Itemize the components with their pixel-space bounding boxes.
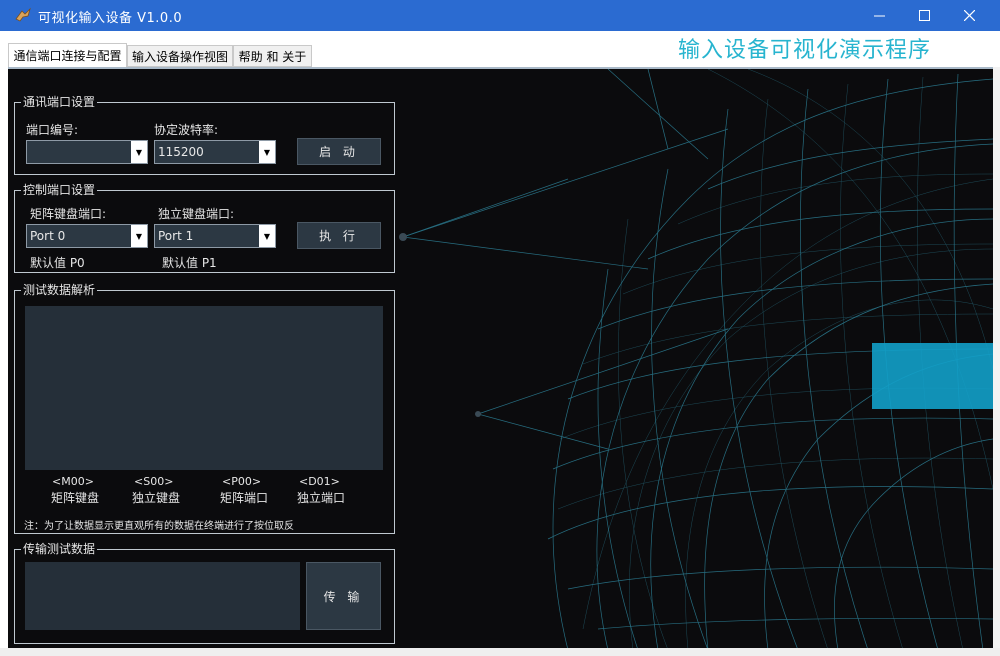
transmit-data-input[interactable]: [25, 562, 300, 630]
chevron-down-icon: ▼: [259, 141, 275, 163]
independent-port-value: Port 1: [158, 229, 194, 243]
background-window-edge: [993, 67, 1000, 656]
matrix-port-label: 矩阵键盘端口:: [30, 207, 107, 221]
port-number-select[interactable]: ▼: [26, 140, 148, 164]
legend-name-matrix: 矩阵键盘: [51, 491, 100, 505]
baud-rate-value: 115200: [158, 145, 204, 159]
background-window-bottom: [0, 648, 1000, 656]
chevron-down-icon: ▼: [259, 225, 275, 247]
maximize-icon: [918, 10, 930, 21]
chevron-down-icon: ▼: [131, 141, 147, 163]
independent-port-select[interactable]: Port 1 ▼: [154, 224, 276, 248]
bit-inversion-note: 注：为了让数据显示更直观所有的数据在终端进行了按位取反: [24, 521, 294, 532]
start-button[interactable]: 启 动: [297, 138, 381, 165]
legend-code-matrix-port: <P00>: [222, 475, 262, 488]
app-icon: [15, 7, 31, 22]
execute-button[interactable]: 执 行: [297, 222, 381, 249]
tab-device-view[interactable]: 输入设备操作视图: [127, 45, 233, 67]
transmit-data-group-title: 传输测试数据: [21, 541, 98, 557]
matrix-default-text: 默认值 P0: [30, 256, 85, 270]
legend-code-independent: <S00>: [134, 475, 174, 488]
tab-port-config[interactable]: 通信端口连接与配置: [8, 43, 127, 68]
legend-name-independent: 独立键盘: [132, 491, 181, 505]
close-button[interactable]: [946, 0, 992, 31]
baud-rate-select[interactable]: 115200 ▼: [154, 140, 276, 164]
baud-rate-label: 协定波特率:: [154, 123, 219, 137]
legend-name-matrix-port: 矩阵端口: [220, 491, 269, 505]
tab-help-about[interactable]: 帮助 和 关于: [233, 45, 312, 67]
highlight-panel: [872, 343, 993, 409]
maximize-button[interactable]: [901, 0, 947, 31]
legend-name-independent-port: 独立端口: [297, 491, 346, 505]
independent-port-label: 独立键盘端口:: [158, 207, 235, 221]
test-data-display: [25, 306, 383, 470]
test-data-group-title: 测试数据解析: [21, 282, 98, 298]
control-port-group-title: 控制端口设置: [21, 182, 98, 198]
close-icon: [963, 10, 975, 21]
legend-code-matrix: <M00>: [52, 475, 94, 488]
legend-code-independent-port: <D01>: [299, 475, 340, 488]
matrix-port-select[interactable]: Port 0 ▼: [26, 224, 148, 248]
matrix-port-value: Port 0: [30, 229, 66, 243]
minimize-icon: [873, 15, 885, 17]
window-title: 可视化输入设备 V1.0.0: [38, 11, 183, 26]
app-header-title: 输入设备可视化演示程序: [678, 38, 932, 63]
app-window: 可视化输入设备 V1.0.0 通信端口连接与配置 输入设备操作视图 帮助 和 关…: [0, 0, 1000, 656]
minimize-button[interactable]: [856, 0, 902, 31]
port-number-label: 端口编号:: [26, 123, 79, 137]
independent-default-text: 默认值 P1: [162, 256, 217, 270]
title-bar: 可视化输入设备 V1.0.0: [0, 0, 1000, 31]
chevron-down-icon: ▼: [131, 225, 147, 247]
send-button[interactable]: 传 输: [306, 562, 381, 630]
comm-port-group-title: 通讯端口设置: [21, 94, 98, 110]
